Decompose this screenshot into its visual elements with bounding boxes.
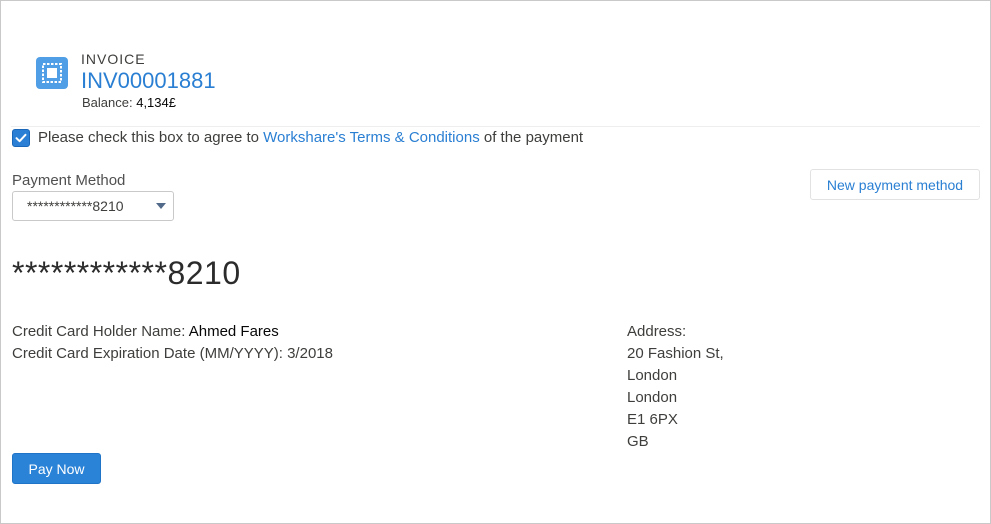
balance: Balance: 4,134£ (82, 95, 176, 110)
new-payment-method-button[interactable]: New payment method (810, 169, 980, 200)
balance-value: 4,134£ (136, 95, 176, 110)
card-expiration-row: Credit Card Expiration Date (MM/YYYY): 3… (12, 343, 333, 365)
card-number: ************8210 (12, 255, 241, 291)
terms-link[interactable]: Workshare's Terms & Conditions (263, 129, 480, 146)
terms-text: Please check this box to agree to Worksh… (38, 129, 583, 146)
address-line: GB (627, 433, 649, 450)
card-details: Credit Card Holder Name: Ahmed Fares Cre… (12, 321, 333, 365)
payment-method-label: Payment Method (12, 172, 126, 189)
card-holder-row: Credit Card Holder Name: Ahmed Fares (12, 321, 333, 343)
invoice-icon (36, 57, 68, 89)
card-holder-label: Credit Card Holder Name: (12, 323, 189, 340)
terms-text-before: Please check this box to agree to (38, 129, 264, 146)
card-holder-value: Ahmed Fares (188, 323, 279, 340)
address-line: E1 6PX (627, 411, 678, 428)
address-line: 20 Fashion St, (627, 345, 724, 362)
payment-panel: INVOICE INV00001881 Balance: 4,134£ Plea… (0, 0, 991, 524)
pay-now-button[interactable]: Pay Now (12, 453, 101, 484)
chevron-down-icon (156, 203, 166, 209)
checkmark-icon (15, 133, 27, 143)
terms-checkbox[interactable] (12, 129, 30, 147)
terms-text-after: of the payment (479, 129, 584, 146)
payment-method-selected: ************8210 (27, 198, 124, 214)
address-line: London (627, 367, 678, 384)
balance-label: Balance: (82, 95, 133, 110)
invoice-number: INV00001881 (81, 68, 216, 93)
address-line: London (627, 389, 678, 406)
invoice-label: INVOICE (81, 51, 146, 67)
address-label: Address: (627, 323, 687, 340)
card-expiration-value: 3/2018 (287, 345, 333, 362)
card-expiration-label: Credit Card Expiration Date (MM/YYYY): (12, 345, 288, 362)
billing-address: Address: 20 Fashion St, London London E1… (627, 321, 724, 453)
payment-method-select[interactable]: ************8210 (12, 191, 174, 221)
header-divider (11, 126, 980, 127)
